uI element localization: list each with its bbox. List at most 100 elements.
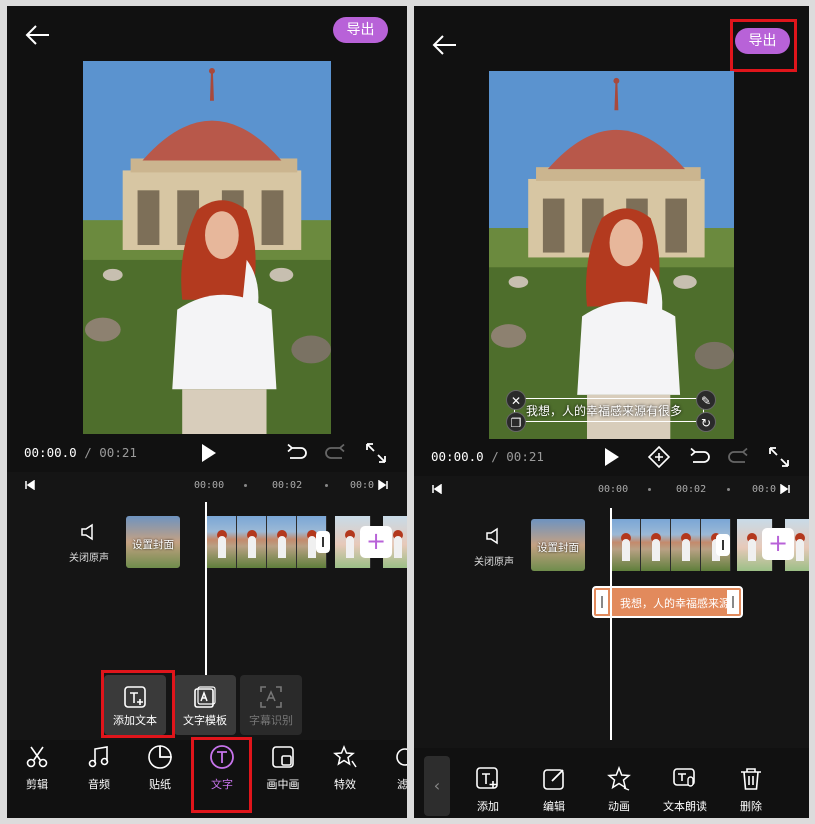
caption-copy-icon[interactable]: ❐ [506,412,526,432]
text-template-icon [194,686,216,708]
animation-star-icon [607,766,631,791]
tool-add[interactable]: 添加 [458,766,518,814]
add-text-icon [476,767,498,789]
text-clip-left-handle[interactable] [596,590,608,614]
time-ruler: 00:00 00:02 00:0 [7,472,407,498]
time-separator: / [483,449,507,464]
playback-bar: 00:00.0 / 00:21 [414,442,809,472]
picture-in-picture-icon [272,746,294,768]
tool-filter[interactable]: 滤 [377,744,407,792]
mute-original-audio[interactable]: 关闭原声 [59,522,119,564]
add-text-icon [124,686,146,708]
undo-icon[interactable] [283,440,309,466]
tool-label: 画中画 [266,778,300,791]
popup-text-template[interactable]: 文字模板 [174,675,236,735]
fullscreen-icon[interactable] [766,444,792,470]
set-cover-button[interactable]: 设置封面 [126,516,180,568]
playhead[interactable] [205,502,207,680]
filter-icon [396,748,407,766]
export-button[interactable]: 导出 [333,17,388,43]
caption-text[interactable]: 我想，人的幸福感来源有很多 [526,402,682,419]
cover-label: 设置封面 [537,542,579,554]
caption-edit-icon[interactable]: ✎ [696,390,716,410]
playback-bar: 00:00.0 / 00:21 [7,438,407,468]
tool-label: 添加 [477,800,499,813]
popup-label: 文字模板 [183,714,227,727]
skip-end-icon[interactable] [378,480,388,490]
play-icon[interactable] [195,440,221,466]
time-ruler: 00:00 00:02 00:0 [414,476,809,502]
undo-icon[interactable] [686,444,712,470]
subtitle-recognition-icon [260,686,282,708]
add-clip-button[interactable]: + [762,528,794,560]
scissors-icon [26,746,48,768]
mute-original-audio[interactable]: 关闭原声 [464,526,524,568]
caption-rotate-icon[interactable]: ↻ [696,412,716,432]
tool-effects[interactable]: 特效 [315,744,375,792]
cover-label: 设置封面 [132,539,174,551]
tool-audio[interactable]: 音频 [69,744,129,792]
ruler-tick: 00:02 [272,480,303,491]
tool-label: 贴纸 [149,778,171,791]
skip-end-icon[interactable] [780,484,790,494]
redo-icon[interactable] [323,440,349,466]
tool-animation[interactable]: 动画 [589,766,649,814]
caption-delete-icon[interactable]: ✕ [506,390,526,410]
add-clip-button[interactable]: + [360,526,392,558]
export-button[interactable]: 导出 [735,28,790,54]
ruler-dot [727,488,730,491]
ruler-tick: 00:02 [676,484,707,495]
play-icon[interactable] [598,444,624,470]
total-time: 00:21 [99,445,137,460]
back-arrow-icon[interactable] [23,20,53,50]
video-preview [83,61,331,434]
tool-cut[interactable]: 剪辑 [7,744,67,792]
mute-label: 关闭原声 [69,553,109,564]
tool-label: 滤 [397,778,407,791]
ruler-tick: 00:00 [194,480,225,491]
tool-sticker[interactable]: 贴纸 [130,744,190,792]
text-clip-right-handle[interactable] [727,590,739,614]
tool-picture-in-picture[interactable]: 画中画 [253,744,313,792]
fullscreen-icon[interactable] [363,440,389,466]
speaker-icon [486,527,498,545]
popup-label: 字幕识别 [249,714,293,727]
tool-label: 动画 [608,800,630,813]
clip-trim-handle[interactable] [716,534,730,556]
skip-start-icon[interactable] [25,480,35,490]
tool-label: 音频 [88,778,110,791]
current-time: 00:00.0 [24,445,77,460]
text-clip[interactable]: 我想，人的幸福感来源 [592,586,743,618]
text-clip-label: 我想，人的幸福感来源 [620,597,730,610]
set-cover-button[interactable]: 设置封面 [531,519,585,571]
tool-label: 删除 [740,800,762,813]
tool-delete[interactable]: 删除 [721,766,781,814]
tool-label: 文字 [211,778,233,791]
popup-label: 添加文本 [113,714,157,727]
skip-start-icon[interactable] [432,484,442,494]
ruler-dot [244,484,247,487]
keyframe-icon[interactable] [646,444,672,470]
music-icon [88,746,109,768]
back-arrow-icon[interactable] [430,30,460,60]
timecode: 00:00.0 / 00:21 [431,449,544,464]
popup-add-text[interactable]: 添加文本 [104,675,166,735]
timeline[interactable]: 00:00 00:02 00:0 关闭原声 设置封面 + 我想，人的幸福感来源 [414,476,809,748]
tool-text-to-speech[interactable]: 文本朗读 [655,766,715,814]
ruler-tick: 00:00 [598,484,629,495]
tool-label: 特效 [334,778,356,791]
effects-icon [333,745,357,768]
clip-trim-handle[interactable] [316,531,330,553]
playhead[interactable] [610,508,612,740]
popup-subtitle-recognition[interactable]: 字幕识别 [240,675,302,735]
ruler-dot [648,488,651,491]
ruler-tick: 00:0 [752,484,777,495]
tool-edit[interactable]: 编辑 [524,766,584,814]
text-icon [210,745,234,769]
tool-text[interactable]: 文字 [192,744,252,792]
tool-label: 文本朗读 [663,800,707,813]
timecode: 00:00.0 / 00:21 [24,445,137,460]
tool-label: 编辑 [543,800,565,813]
text-to-speech-icon [673,768,695,787]
redo-icon[interactable] [726,444,752,470]
